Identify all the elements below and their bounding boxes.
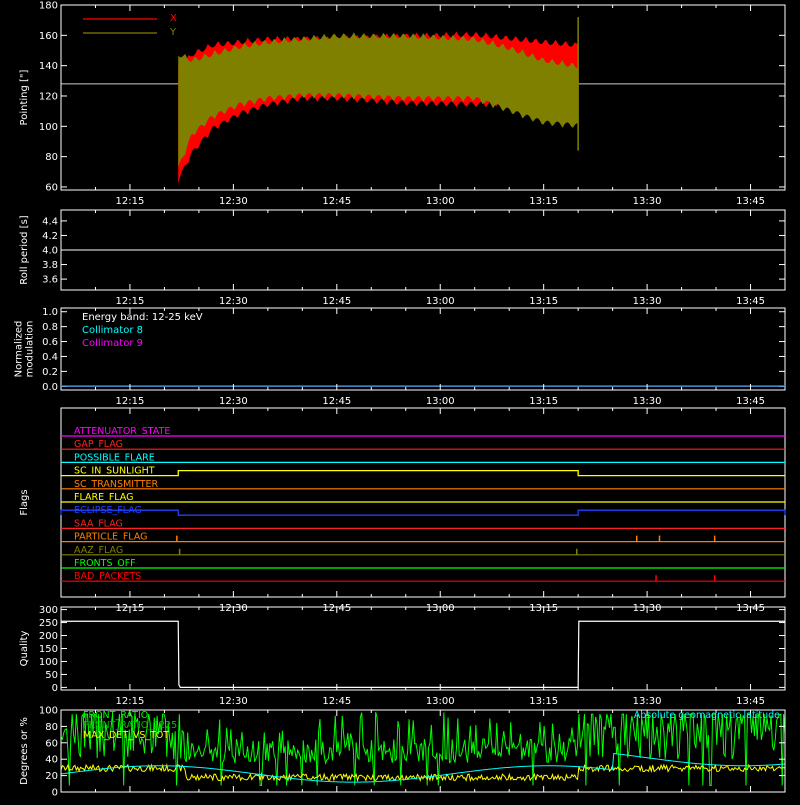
x-tick-label: 13:30 — [633, 296, 662, 307]
x-tick-label: 12:30 — [219, 396, 248, 407]
energy-band-label: Energy band: 12-25 keV — [82, 312, 203, 323]
y-tick-label: 3.8 — [42, 260, 58, 271]
y-axis-label: Pointing ["] — [19, 69, 30, 125]
legend-label-x: X — [170, 13, 177, 24]
x-tick-label: 13:45 — [736, 396, 765, 407]
x-tick-label: 13:00 — [426, 196, 455, 207]
y-tick-label: 150 — [39, 644, 58, 655]
y-tick-label: 60 — [45, 738, 58, 749]
flag-label-flare_flag: FLARE_FLAG — [74, 492, 134, 503]
flag-label-gap_flag: GAP_FLAG — [74, 439, 123, 450]
flag-label-fronts_off: FRONTS_OFF — [74, 558, 136, 569]
y-tick-label: 160 — [39, 31, 58, 42]
y-tick-label: 0.0 — [42, 382, 58, 393]
y-tick-label: 300 — [39, 605, 58, 616]
x-tick-label: 12:15 — [116, 696, 145, 707]
y-tick-label: 0.6 — [42, 337, 58, 348]
y-tick-label: 100 — [39, 706, 58, 717]
x-tick-label: 13:45 — [736, 196, 765, 207]
x-tick-label: 13:00 — [426, 296, 455, 307]
y-tick-label: 60 — [45, 182, 58, 193]
y-tick-label: 180 — [39, 1, 58, 12]
x-tick-label: 12:45 — [322, 196, 351, 207]
flag-label-bad_packets: BAD_PACKETS — [74, 571, 141, 582]
y-tick-label: 120 — [39, 91, 58, 102]
flag-label-attenuator_state: ATTENUATOR_STATE — [74, 426, 170, 437]
y-tick-label: 0.2 — [42, 367, 58, 378]
y-axis-label: Normalized — [14, 321, 25, 378]
flag-label-aaz_flag: AAZ_FLAG — [74, 545, 123, 556]
y-tick-label: 3.6 — [42, 275, 58, 286]
y-tick-label: 4.0 — [42, 246, 58, 257]
y-tick-label: 80 — [45, 722, 58, 733]
x-tick-label: 13:30 — [633, 396, 662, 407]
flag-label-saa_flag: SAA_FLAG — [74, 518, 123, 529]
x-tick-label: 13:00 — [426, 396, 455, 407]
flag-label-eclipse_flag: ECLIPSE_FLAG — [74, 505, 142, 516]
x-tick-label: 13:15 — [529, 196, 558, 207]
y-tick-label: 100 — [39, 657, 58, 668]
x-tick-label: 13:00 — [426, 696, 455, 707]
y-axis-label: modulation — [25, 321, 36, 378]
x-tick-label: 13:45 — [736, 696, 765, 707]
y-axis-label: Degrees or % — [19, 717, 30, 785]
x-tick-label: 13:30 — [633, 196, 662, 207]
y-tick-label: 40 — [45, 755, 58, 766]
x-tick-label: 12:45 — [322, 396, 351, 407]
x-tick-label: 12:30 — [219, 296, 248, 307]
y-tick-label: 50 — [45, 670, 58, 681]
x-tick-label: 12:15 — [116, 296, 145, 307]
x-tick-label: 12:15 — [116, 196, 145, 207]
hessi-observing-summary: 60 80 100 120 140 160 180 12:15 12:30 12:45 13:00 1… — [0, 0, 800, 800]
y-tick-label: 1.0 — [42, 307, 58, 318]
flag-label-possible_flare: POSSIBLE_FLARE — [74, 452, 155, 463]
x-tick-label: 12:15 — [116, 396, 145, 407]
y-tick-label: 0.4 — [42, 352, 58, 363]
y-tick-label: 0 — [52, 788, 58, 799]
legend-label-collimator-9: Collimator 9 — [82, 338, 143, 349]
x-tick-label: 12:45 — [322, 696, 351, 707]
y-tick-label: 140 — [39, 61, 58, 72]
x-tick-label: 12:30 — [219, 196, 248, 207]
flag-label-sc_in_sunlight: SC_IN_SUNLIGHT — [74, 466, 155, 477]
y-axis-label: Roll period [s] — [19, 215, 30, 284]
y-axis-label: Quality — [19, 631, 30, 667]
legend-label-collimator-8: Collimator 8 — [82, 325, 143, 336]
y-tick-label: 0.8 — [42, 322, 58, 333]
flag-label-sc_transmitter: SC_TRANSMITTER — [74, 479, 159, 490]
x-tick-label: 12:45 — [322, 296, 351, 307]
y-tick-label: 250 — [39, 618, 58, 629]
x-tick-label: 13:15 — [529, 696, 558, 707]
legend-label-max-det-vs-tot: MAX_DET_VS_TOT — [83, 730, 169, 741]
x-tick-label: 13:30 — [633, 696, 662, 707]
y-tick-label: 100 — [39, 122, 58, 133]
y-tick-label: 20 — [45, 771, 58, 782]
x-tick-label: 12:30 — [219, 696, 248, 707]
y-tick-label: 200 — [39, 631, 58, 642]
legend-label-y: Y — [169, 27, 177, 38]
x-tick-label: 13:15 — [529, 396, 558, 407]
flag-label-particle_flag: PARTICLE_FLAG — [74, 532, 147, 543]
y-tick-label: 80 — [45, 152, 58, 163]
y-axis-label: Flags — [19, 489, 30, 515]
figure: 60 80 100 120 140 160 180 12:15 12:30 12:45 13:00 1… — [0, 0, 800, 800]
y-tick-label: 0 — [52, 683, 58, 694]
x-tick-label: 13:15 — [529, 296, 558, 307]
y-tick-label: 4.4 — [42, 216, 58, 227]
x-tick-label: 13:45 — [736, 296, 765, 307]
legend-label-geomagnetic-latitude: Absolute geomagnetic latitude — [634, 710, 780, 721]
y-tick-label: 4.2 — [42, 231, 58, 242]
